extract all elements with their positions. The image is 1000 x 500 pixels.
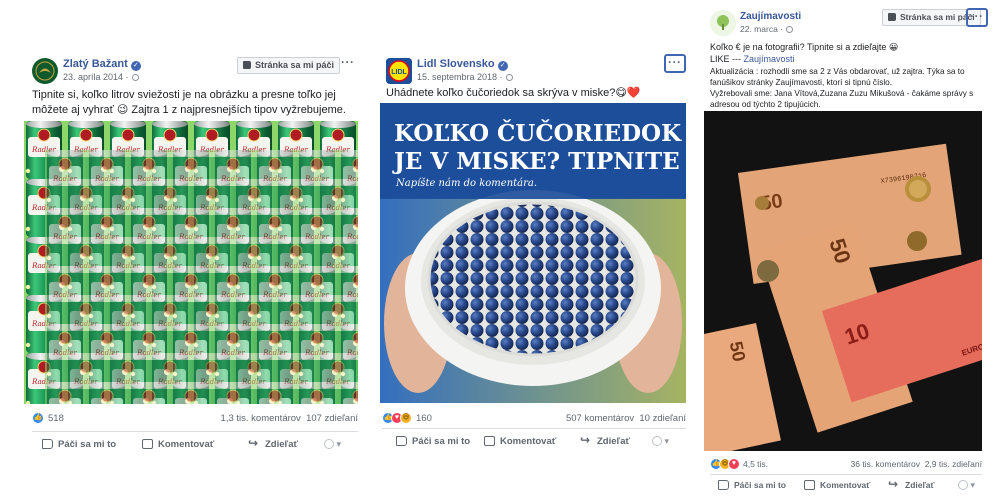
post-actions: Páči sa mi to Komentovať Zdieľať ▾ [396,433,686,454]
post-text-line2: LIKE --- Zaujímavosti [710,54,795,64]
divider [32,431,358,432]
more-options-icon[interactable]: ··· [664,54,686,73]
more-options-icon[interactable]: ··· [341,56,355,68]
divider [382,428,686,429]
comment-icon [142,439,153,449]
post-update-text: Aktualizácia : rozhodli sme sa 2 z Vás o… [710,66,982,110]
post-image[interactable]: 50 X7396190716 50 10 EURO 50 [704,111,982,451]
post-image[interactable]: KOĽKO ČUČORIEDOK JE V MISKE? TIPNITE SI!… [380,103,686,403]
post-image[interactable]: Radler [24,121,358,404]
comments-shares: 1,3 tis. komentárov 107 zdieľaní [221,413,358,424]
svg-text:50: 50 [726,340,750,364]
more-options-icon[interactable]: ··· [966,8,988,27]
page-avatar[interactable] [32,58,58,84]
like-button[interactable]: Páči sa mi to [396,436,470,447]
reaction-count[interactable]: 160 [416,413,432,424]
post-actions: Páči sa mi to Komentovať Zdieľať ▾ [718,477,982,498]
haha-reaction-icon: 😆 [400,412,412,424]
comment-count[interactable]: 36 tis. komentárov [851,459,920,469]
ad-headline-line1: KOĽKO ČUČORIEDOK [394,120,682,147]
euro-banknotes-photo: 50 X7396190716 50 10 EURO 50 [704,111,982,451]
share-count[interactable]: 10 zdieľaní [639,413,686,424]
svg-text:LIDL: LIDL [391,69,407,76]
comment-count[interactable]: 1,3 tis. komentárov [221,413,301,424]
comments-shares: 36 tis. komentárov 2,9 tis. zdieľaní [851,459,982,469]
update-paragraph: Aktualizácia : rozhodli sme sa 2 z Vás o… [710,67,965,87]
post-header: Zlatý Bažant ✓ 23. apríla 2014 · Stránka … [18,54,360,92]
share-count[interactable]: 107 zdieľaní [306,413,358,424]
reaction-selector[interactable]: ▾ [958,480,975,491]
share-count[interactable]: 2,9 tis. zdieľaní [925,459,982,469]
comment-icon [484,436,495,446]
like-button[interactable]: Páči sa mi to [718,480,786,490]
ad-headline-line2: JE V MISKE? TIPNITE SI! [392,148,686,175]
comment-button[interactable]: Komentovať [804,480,870,490]
thumbs-up-icon [396,436,407,446]
reaction-count[interactable]: 4,5 tis. [743,459,768,469]
post-header: Zaujímavosti 22. marca · Stránka sa mi p… [700,6,990,44]
reaction-count[interactable]: 518 [48,413,64,424]
thumbs-up-icon [718,480,729,490]
page-name[interactable]: Zaujímavosti [740,11,801,22]
page-name[interactable]: Zlatý Bažant ✓ [63,58,141,71]
lidl-blueberry-ad: KOĽKO ČUČORIEDOK JE V MISKE? TIPNITE SI!… [380,103,686,403]
reactions-summary: 👍 😆 ♥ 4,5 tis. 36 tis. komentárov 2,9 ti… [710,457,982,473]
post-lidl: LIDL Lidl Slovensko ✓ 15. septembra 2018 … [372,0,690,500]
post-zlaty-bazant: Zlatý Bažant ✓ 23. apríla 2014 · Stránka … [18,0,360,500]
comment-count[interactable]: 507 komentárov [566,413,634,424]
share-button[interactable]: Zdieľať [888,477,935,491]
page-link[interactable]: Zaujímavosti [744,54,795,64]
post-date[interactable]: 22. marca · [740,24,793,34]
verified-badge-icon: ✓ [497,61,508,71]
post-zaujimavosti: Zaujímavosti 22. marca · Stránka sa mi p… [700,0,990,500]
page-avatar[interactable]: LIDL [386,58,412,84]
comment-icon [804,480,815,490]
page-avatar[interactable] [710,10,736,36]
comments-shares: 507 komentárov 10 zdieľaní [566,413,686,424]
winners-paragraph: Vyžrebovali sme: Jana Vítová,Zuzana Zuzu… [710,89,974,109]
reaction-selector[interactable]: ▾ [652,436,669,447]
thumbs-up-icon [42,439,53,449]
thumbs-up-icon [243,61,251,69]
divider [710,474,982,475]
share-button[interactable]: Zdieľať [248,436,298,450]
globe-icon [505,73,513,81]
page-name[interactable]: Lidl Slovensko ✓ [417,58,508,71]
comment-button[interactable]: Komentovať [484,436,556,447]
avatar-circle-icon [324,439,334,449]
post-text-line1: Koľko € je na fotografii? Tipnite si a z… [710,42,899,52]
post-text: Koľko € je na fotografii? Tipnite si a z… [710,41,982,65]
like-reaction-icon: 👍 [32,412,44,424]
reactions-summary: 👍 518 1,3 tis. komentárov 107 zdieľaní [32,411,358,427]
love-reaction-icon: ♥ [728,458,740,470]
share-icon [580,433,592,447]
share-icon [888,477,900,491]
globe-icon [786,25,793,33]
thumbs-up-icon [888,13,896,21]
like-button[interactable]: Páči sa mi to [42,439,116,450]
share-icon [248,436,260,450]
verified-badge-icon: ✓ [130,61,141,71]
share-button[interactable]: Zdieľať [580,433,630,447]
post-date[interactable]: 15. septembra 2018 · [417,72,513,82]
comment-button[interactable]: Komentovať [142,439,214,450]
reaction-selector[interactable]: ▾ [324,439,341,450]
ad-subline: Napíšte nám do komentára. [395,178,537,189]
reactions-summary: 👍 ♥ 😆 160 507 komentárov 10 zdieľaní [382,411,686,427]
post-text: Uhádnete koľko čučoriedok sa skrýva v mi… [386,87,641,99]
post-date[interactable]: 23. apríla 2014 · [63,72,139,82]
avatar-circle-icon [958,480,968,490]
radler-cans-pattern: Radler [24,121,358,404]
post-actions: Páči sa mi to Komentovať Zdieľať ▾ [42,436,358,457]
post-text: Tipnite si, koľko litrov sviežosti je na… [32,89,346,116]
like-page-button[interactable]: Stránka sa mi páči [237,57,341,74]
avatar-circle-icon [652,436,662,446]
globe-icon [131,73,139,81]
